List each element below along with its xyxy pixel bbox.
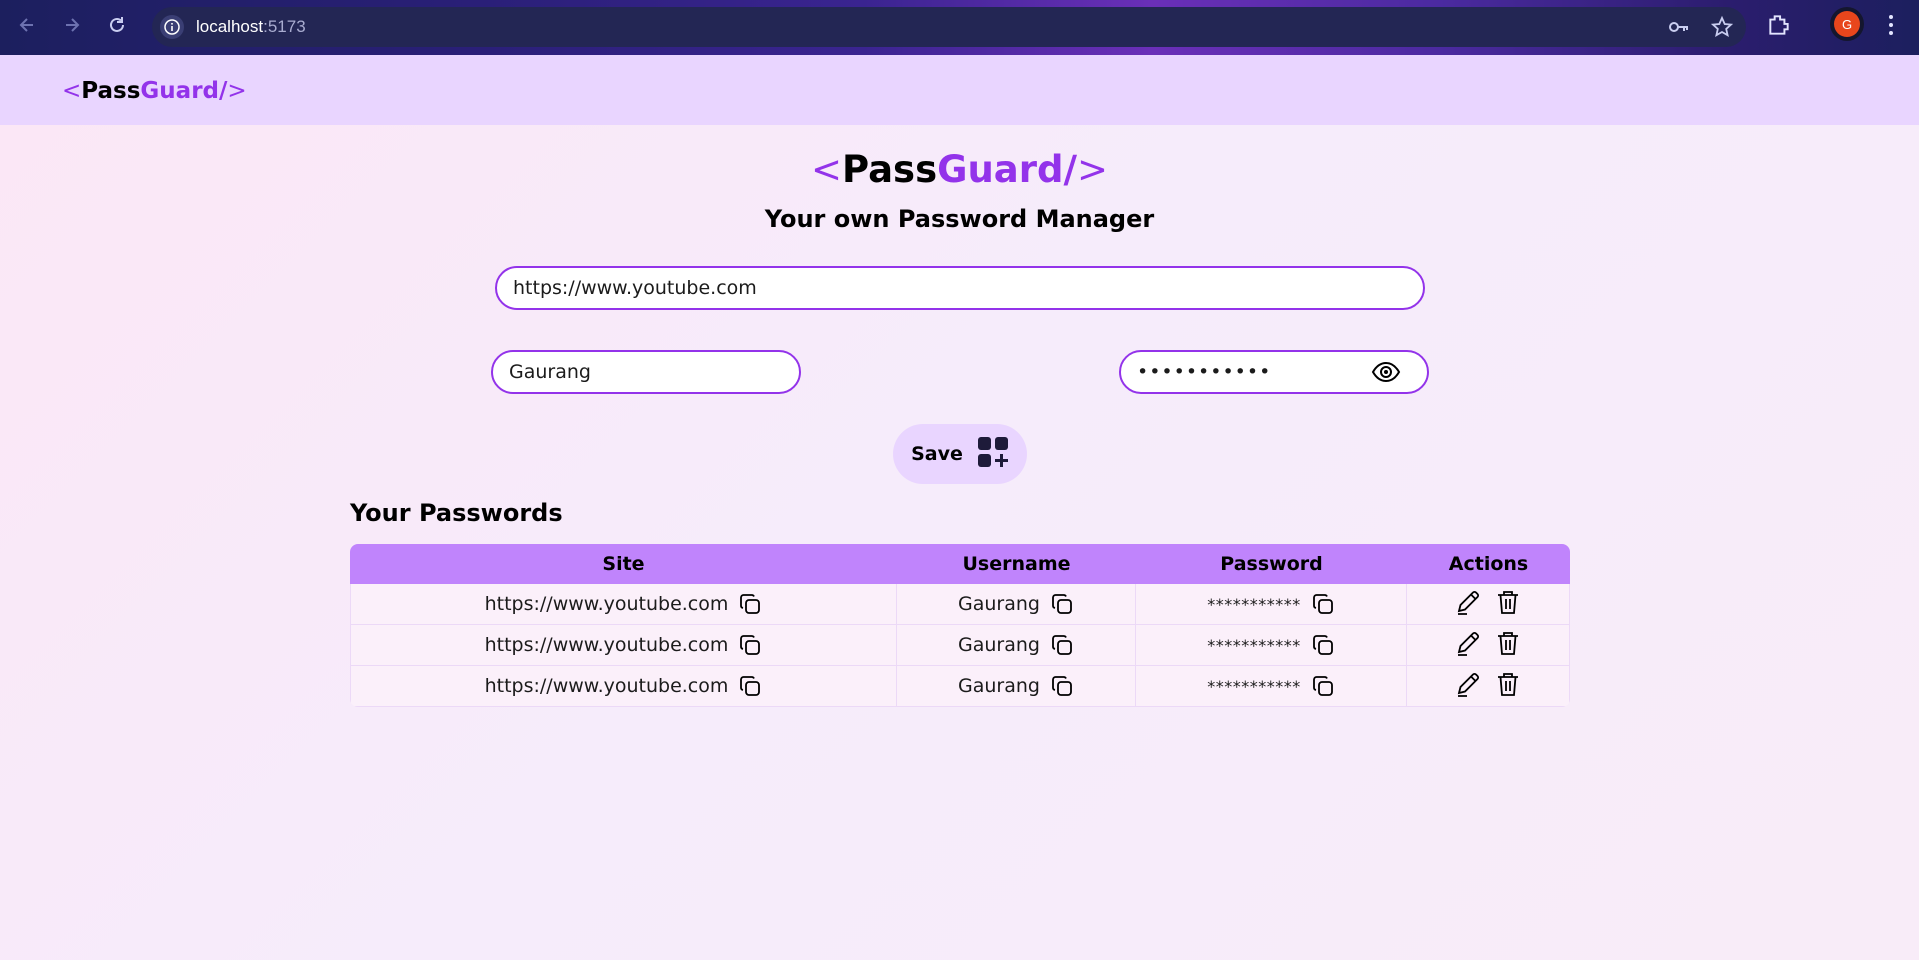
actions-cell	[1407, 625, 1570, 666]
password-text: ***********	[1207, 676, 1301, 696]
copy-icon[interactable]	[1050, 674, 1074, 698]
page-logo: <PassGuard/>	[810, 148, 1109, 191]
copy-icon[interactable]	[738, 633, 762, 657]
password-cell: ***********	[1136, 666, 1407, 707]
copy-icon[interactable]	[738, 592, 762, 616]
username-cell: Gaurang	[897, 584, 1136, 625]
copy-icon[interactable]	[738, 674, 762, 698]
copy-icon[interactable]	[1311, 633, 1335, 657]
browser-toolbar: localhost:5173 G	[0, 0, 1919, 55]
actions-cell	[1407, 666, 1570, 707]
save-button[interactable]: Save	[893, 424, 1027, 484]
username-text: Gaurang	[958, 593, 1040, 615]
app-navbar	[0, 55, 1919, 125]
site-text: https://www.youtube.com	[484, 634, 729, 656]
reload-icon	[110, 17, 124, 32]
page-subtitle: Your own Password Manager	[764, 205, 1155, 233]
copy-icon[interactable]	[1050, 592, 1074, 616]
username-text: Gaurang	[958, 675, 1040, 697]
passwords-table: Site Username Password Actions https://w…	[350, 544, 1570, 707]
username-cell: Gaurang	[897, 625, 1136, 666]
forward-icon	[66, 18, 80, 32]
edit-icon[interactable]	[1454, 588, 1482, 616]
username-input[interactable]	[491, 350, 801, 394]
site-cell: https://www.youtube.com	[350, 666, 897, 707]
table-row: https://www.youtube.com Gaurang ********…	[350, 625, 1570, 666]
reload-button[interactable]	[102, 10, 132, 40]
edit-icon[interactable]	[1454, 670, 1482, 698]
edit-icon[interactable]	[1454, 629, 1482, 657]
username-text: Gaurang	[958, 634, 1040, 656]
key-icon[interactable]	[1666, 15, 1690, 43]
copy-icon[interactable]	[1311, 674, 1335, 698]
copy-icon[interactable]	[1050, 633, 1074, 657]
site-text: https://www.youtube.com	[484, 593, 729, 615]
add-grid-icon	[977, 436, 1009, 473]
profile-avatar[interactable]: G	[1834, 11, 1860, 37]
extensions-icon[interactable]	[1766, 12, 1792, 42]
forward-button[interactable]	[57, 10, 87, 40]
site-url-input[interactable]	[495, 266, 1425, 310]
site-text: https://www.youtube.com	[484, 675, 729, 697]
column-header-username: Username	[897, 544, 1136, 584]
delete-icon[interactable]	[1494, 670, 1522, 698]
address-bar[interactable]: localhost:5173	[152, 7, 1746, 47]
table-header-row: Site Username Password Actions	[350, 544, 1570, 584]
password-cell: ***********	[1136, 584, 1407, 625]
column-header-site: Site	[350, 544, 897, 584]
username-cell: Gaurang	[897, 666, 1136, 707]
password-cell: ***********	[1136, 625, 1407, 666]
menu-icon[interactable]	[1885, 12, 1897, 42]
page-background	[0, 125, 1919, 960]
delete-icon[interactable]	[1494, 629, 1522, 657]
info-icon[interactable]	[160, 15, 184, 39]
actions-cell	[1407, 584, 1570, 625]
site-cell: https://www.youtube.com	[350, 584, 897, 625]
delete-icon[interactable]	[1494, 588, 1522, 616]
address-url: localhost:5173	[196, 17, 306, 36]
column-header-password: Password	[1136, 544, 1407, 584]
column-header-actions: Actions	[1407, 544, 1570, 584]
navbar-logo[interactable]: <PassGuard/>	[62, 78, 247, 104]
password-text: ***********	[1207, 635, 1301, 655]
password-field	[1119, 350, 1429, 394]
password-text: ***********	[1207, 594, 1301, 614]
site-cell: https://www.youtube.com	[350, 625, 897, 666]
passwords-heading: Your Passwords	[350, 499, 563, 527]
table-row: https://www.youtube.com Gaurang ********…	[350, 584, 1570, 625]
copy-icon[interactable]	[1311, 592, 1335, 616]
star-icon[interactable]	[1710, 15, 1734, 43]
back-button[interactable]	[12, 10, 42, 40]
table-row: https://www.youtube.com Gaurang ********…	[350, 666, 1570, 707]
save-label: Save	[911, 443, 963, 465]
eye-icon[interactable]	[1371, 359, 1401, 385]
back-icon	[19, 18, 33, 32]
